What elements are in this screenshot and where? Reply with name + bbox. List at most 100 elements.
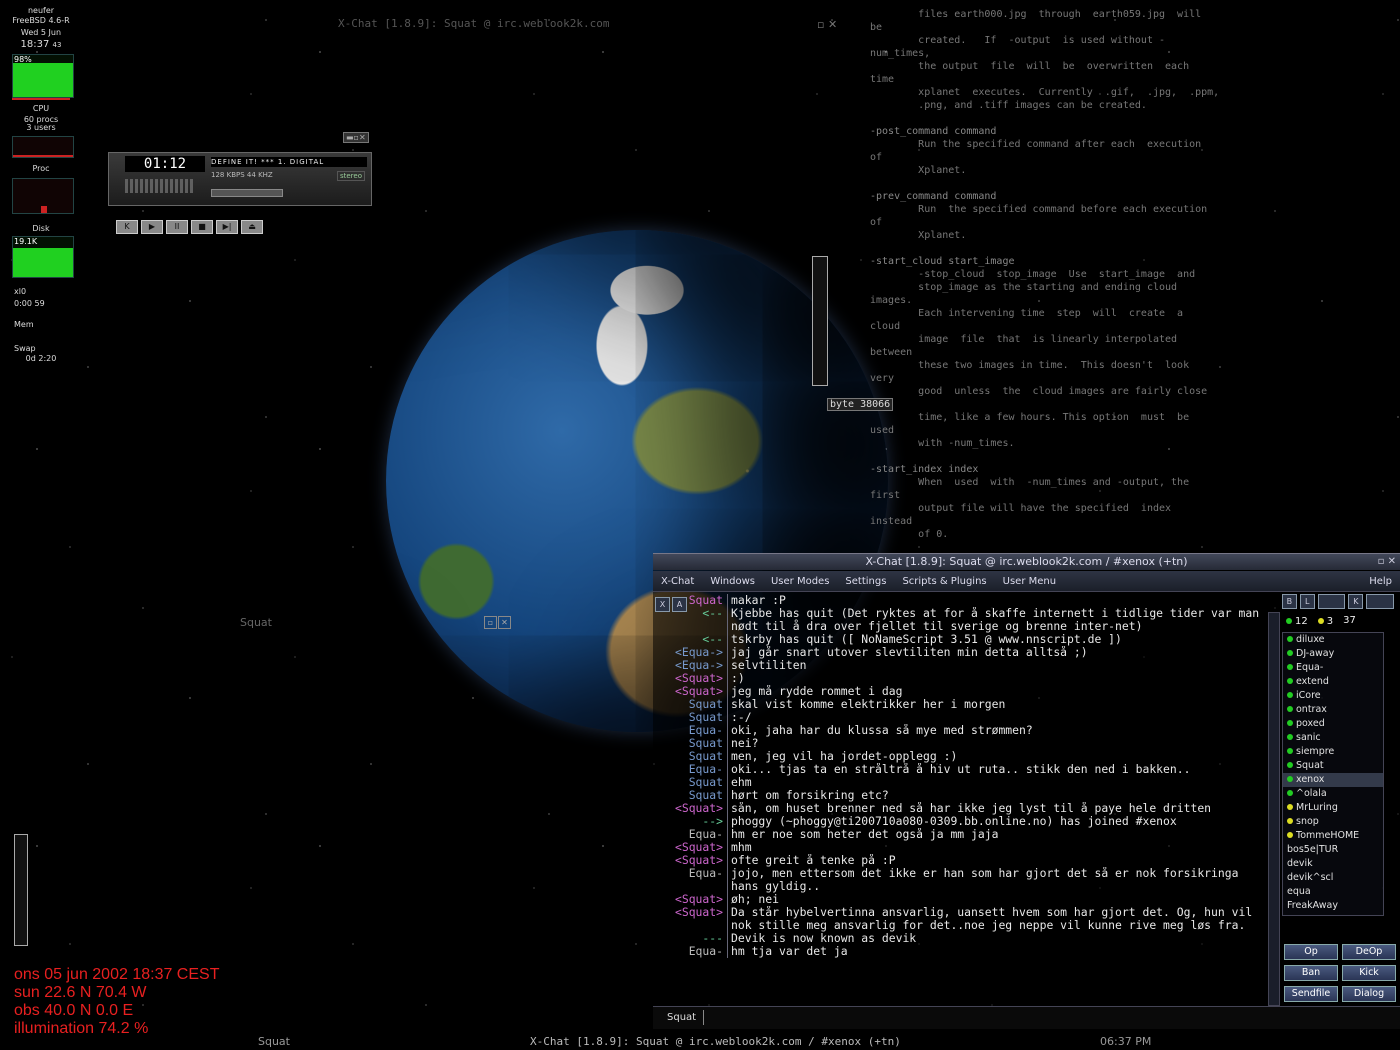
chat-separator [723,932,728,945]
menu-scripts-plugins[interactable]: Scripts & Plugins [894,576,994,587]
op-icon [1287,790,1293,796]
chat-message: ofte greit å tenke på :P [731,854,896,867]
monitor-time: 18:37 [20,39,50,50]
chat-message: :) [731,672,745,685]
chat-line: Equa-oki... tjas ta en stråltrå å hiv ut… [653,763,1265,776]
chat-message: men, jeg vil ha jordet-opplegg :) [731,750,958,763]
chat-separator [723,646,728,659]
user-list-item[interactable]: Squat [1283,759,1383,773]
user-list-item[interactable]: MrLuring [1283,801,1383,815]
user-list-item[interactable]: Equa- [1283,661,1383,675]
menu-windows[interactable]: Windows [702,576,763,587]
chat-separator [723,945,728,958]
xchat-window-controls[interactable]: ▫ ✕ [1378,556,1396,567]
user-list-item[interactable]: poxed [1283,717,1383,731]
chat-scrollbar[interactable] [1268,612,1280,1006]
swap-value: 0d 2:20 [25,354,57,363]
user-list[interactable]: diluxe DJ-away Equa-extend iCore ontrax poxed… [1282,632,1384,916]
user-name: iCore [1296,690,1321,701]
user-name: Squat [1296,760,1324,771]
top-window-controls[interactable]: ▫ ✕ [817,18,837,31]
chat-separator [723,789,728,802]
left-vertical-slider[interactable] [14,834,28,946]
menu-xchat[interactable]: X-Chat [653,576,702,587]
monitor-clock: 18:37 43 [8,40,74,50]
scroll-widget[interactable] [812,256,828,386]
next-button[interactable]: ▶| [216,220,238,234]
squat-window-titlebar[interactable]: Squat ▫ ✕ [120,616,512,630]
user-list-item[interactable]: snop [1283,815,1383,829]
chat-separator [723,893,728,906]
deop-button[interactable]: DeOp [1342,944,1396,960]
user-name: snop [1296,816,1319,827]
chat-nick[interactable]: Equa- [653,945,723,958]
monitor-os: FreeBSD 4.6-R [12,16,70,25]
user-list-item[interactable]: iCore [1283,689,1383,703]
mode-field[interactable] [1366,594,1395,609]
pause-button[interactable]: II [166,220,188,234]
chat-message: tskrby has quit ([ NoNameScript 3.51 @ w… [731,633,1122,646]
menu-help[interactable]: Help [1361,576,1400,587]
net-label: xl0 [14,287,27,296]
maximize-icon[interactable]: ▫ [484,616,497,629]
chat-separator [723,906,728,932]
menu-user-modes[interactable]: User Modes [763,576,837,587]
user-list-item[interactable]: devik [1283,857,1383,871]
dialog-button[interactable]: Dialog [1342,986,1396,1002]
manpage-line: with -num_times. [870,438,1015,449]
close-icon[interactable]: ✕ [498,616,511,629]
media-player: 01:12 DEFINE IT! *** 1. DIGITAL 128 KBPS… [108,152,372,206]
user-list-item[interactable]: devik^scl [1283,871,1383,885]
user-list-item[interactable]: FreakAway [1283,899,1383,913]
monitor-seconds: 43 [52,41,62,49]
player-volume-slider[interactable] [211,189,283,197]
chat-message: jeg må rydde rommet i dag [731,685,903,698]
mode-k-button[interactable]: K [1348,594,1364,609]
user-list-item[interactable]: equa [1283,885,1383,899]
monitor-date-value: 5 Jun [40,28,62,37]
play-button[interactable]: ▶ [141,220,163,234]
sendfile-button[interactable]: Sendfile [1284,986,1338,1002]
user-list-item[interactable]: ontrax [1283,703,1383,717]
mode-l-button[interactable]: L [1299,594,1315,609]
user-list-item[interactable]: siempre [1283,745,1383,759]
stop-button[interactable]: ■ [191,220,213,234]
input-nick[interactable]: Squat [667,1012,696,1023]
menu-user-menu[interactable]: User Menu [995,576,1064,587]
menu-settings[interactable]: Settings [837,576,894,587]
op-button[interactable]: Op [1284,944,1338,960]
user-list-item[interactable]: bos5e|TUR [1283,843,1383,857]
ban-button[interactable]: Ban [1284,965,1338,981]
xchat-titlebar[interactable]: X-Chat [1.8.9]: Squat @ irc.weblook2k.co… [653,554,1400,570]
taskbar-item-xchat[interactable]: X-Chat [1.8.9]: Squat @ irc.weblook2k.co… [530,1035,901,1048]
manpage-line [870,112,1225,125]
chat-message: hm er noe som heter det også ja mm jaja [731,828,999,841]
squat-window-title: Squat [240,616,272,629]
player-khz-label: KHZ [258,171,273,179]
mode-b-button[interactable]: B [1282,594,1297,609]
user-list-item[interactable]: extend [1283,675,1383,689]
chat-nick[interactable]: <Squat> [653,906,723,932]
user-list-item[interactable]: sanic [1283,731,1383,745]
chat-nick[interactable]: Equa- [653,867,723,893]
player-window-controls[interactable]: ▬▫✕ [343,132,369,143]
cpu-red-bar [12,98,70,100]
chat-text-area[interactable]: Squat makar :P <-- Kjebbe has quit (Det ryk… [653,594,1265,992]
chat-line: <-- Kjebbe has quit (Det ryktes at for å … [653,607,1265,633]
manpage-line: Xplanet. [870,230,967,241]
user-list-item[interactable]: diluxe [1283,633,1383,647]
message-input[interactable] [703,1010,1384,1025]
eject-button[interactable]: ⏏ [241,220,263,234]
manpage-line: -start_cloud start_image [870,256,1015,267]
user-list-item[interactable]: TommeHOME [1283,829,1383,843]
prev-button[interactable]: K [116,220,138,234]
chat-nick[interactable]: <-- [653,607,723,633]
user-list-item[interactable]: ^olala [1283,787,1383,801]
taskbar-item-squat[interactable]: Squat [258,1035,290,1048]
kick-button[interactable]: Kick [1342,965,1396,981]
user-list-item[interactable]: DJ-away [1283,647,1383,661]
top-window-title: X-Chat [1.8.9]: Squat @ irc.weblook2k.co… [338,17,610,30]
user-list-item[interactable]: xenox [1283,773,1383,787]
user-name: Equa- [1296,662,1324,673]
user-name: poxed [1296,718,1325,729]
